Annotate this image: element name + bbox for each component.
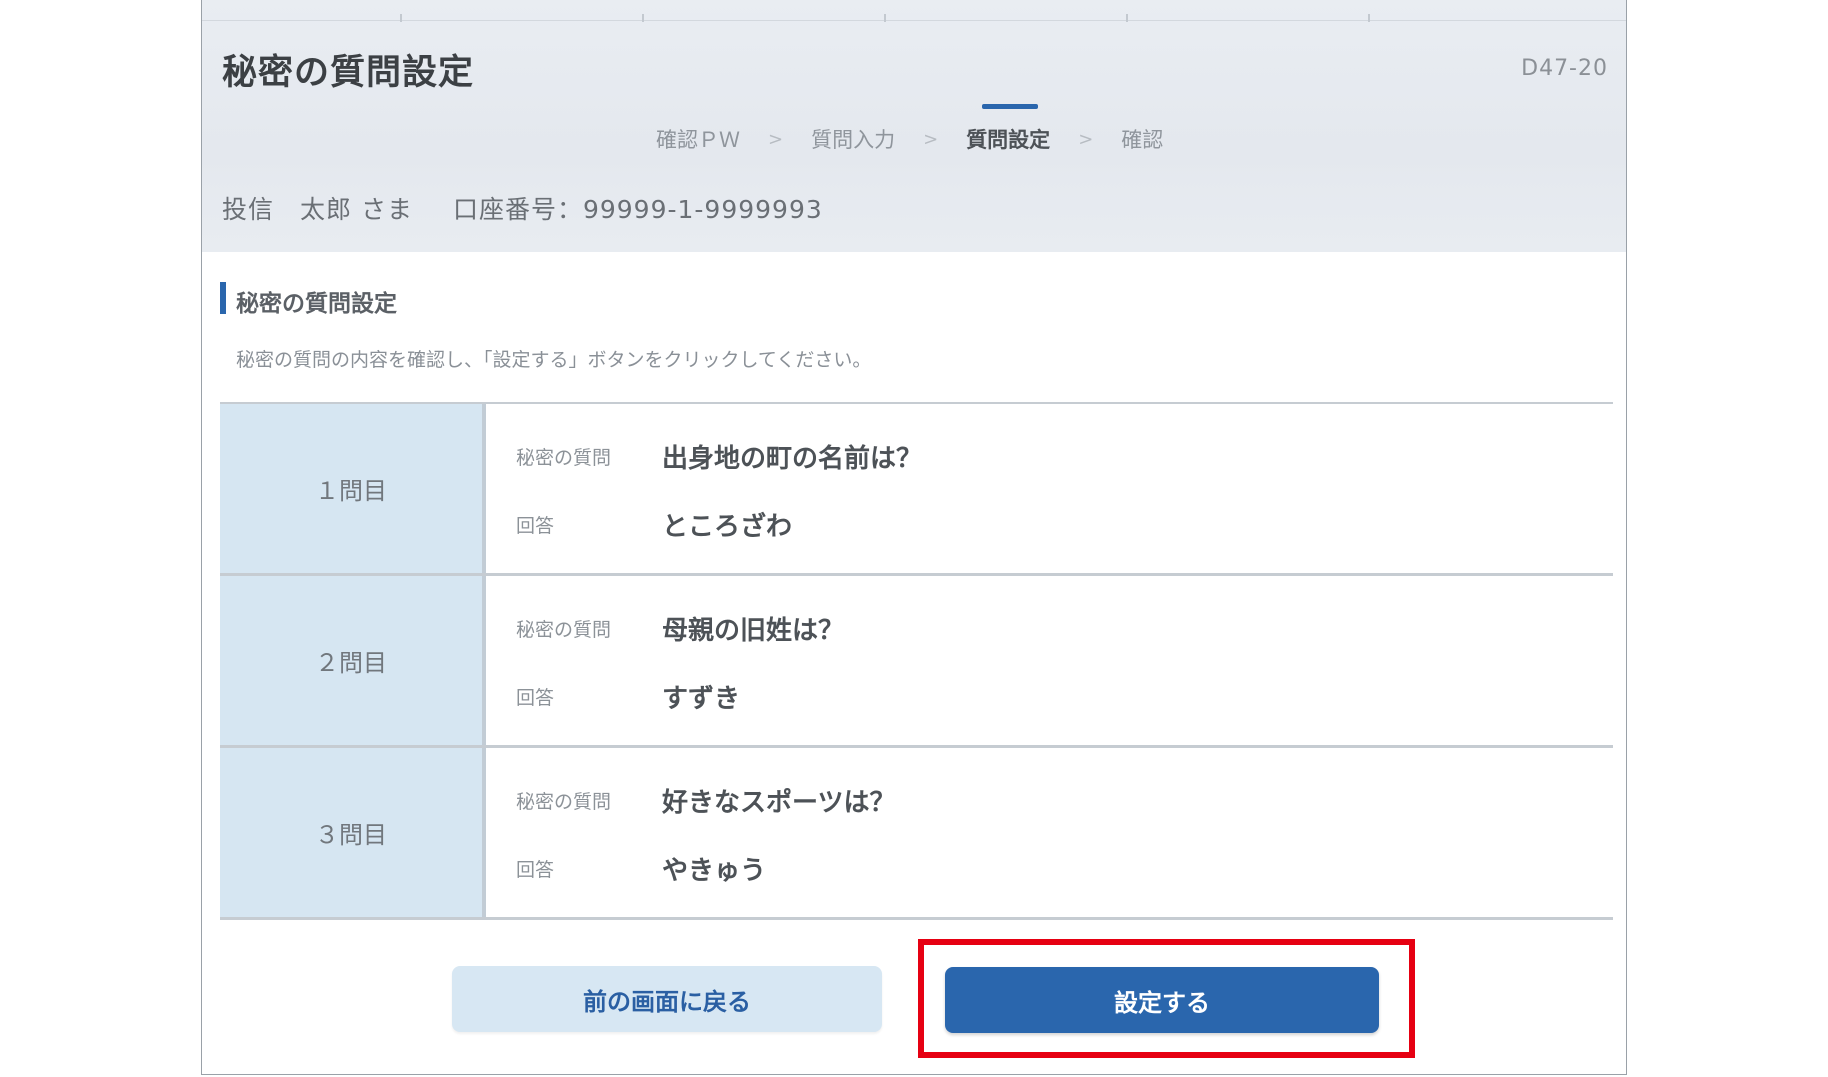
account-number: 口座番号：99999-1-9999993 bbox=[452, 195, 823, 224]
back-button[interactable]: 前の画面に戻る bbox=[452, 966, 882, 1032]
step-separator-icon: > bbox=[1078, 128, 1094, 150]
table-row: ３問目 秘密の質問 好きなスポーツは？ 回答 やきゅう bbox=[220, 748, 1613, 920]
customer-name: 投信 太郎 さま bbox=[222, 195, 413, 224]
customer-info: 投信 太郎 さま 口座番号：99999-1-9999993 bbox=[222, 190, 823, 226]
step-confirm: 確認 bbox=[1121, 128, 1164, 152]
answer-label: 回答 bbox=[516, 515, 555, 537]
question-label: 秘密の質問 bbox=[516, 447, 612, 469]
tab-divider bbox=[884, 14, 886, 22]
table-row: ２問目 秘密の質問 母親の旧姓は？ 回答 すずき bbox=[220, 576, 1613, 748]
answer-label: 回答 bbox=[516, 687, 555, 709]
step-confirm-password: 確認ＰＷ bbox=[656, 128, 740, 152]
question-text: 好きなスポーツは？ bbox=[662, 788, 896, 818]
answer-label: 回答 bbox=[516, 859, 555, 881]
step-question-input: 質問入力 bbox=[811, 128, 896, 152]
question-number: １問目 bbox=[220, 404, 486, 573]
top-tab-strip bbox=[202, 20, 1626, 21]
question-text: 出身地の町の名前は？ bbox=[662, 444, 923, 474]
instruction-text: 秘密の質問の内容を確認し、「設定する」ボタンをクリックしてください。 bbox=[236, 349, 872, 371]
tab-divider bbox=[642, 14, 644, 22]
answer-text: ところざわ bbox=[662, 512, 793, 542]
screen-id: D47-20 bbox=[1521, 56, 1608, 81]
step-separator-icon: > bbox=[768, 128, 784, 150]
section-title: 秘密の質問設定 bbox=[236, 291, 397, 317]
table-row: １問目 秘密の質問 出身地の町の名前は？ 回答 ところざわ bbox=[220, 404, 1613, 576]
question-number: ２問目 bbox=[220, 576, 486, 745]
answer-text: すずき bbox=[662, 684, 741, 714]
tab-divider bbox=[400, 14, 402, 22]
answer-text: やきゅう bbox=[662, 856, 767, 886]
question-detail: 秘密の質問 好きなスポーツは？ 回答 やきゅう bbox=[486, 748, 1613, 917]
question-number: ３問目 bbox=[220, 748, 486, 917]
question-text: 母親の旧姓は？ bbox=[662, 616, 845, 646]
question-detail: 秘密の質問 出身地の町の名前は？ 回答 ところざわ bbox=[486, 404, 1613, 573]
tab-divider bbox=[1126, 14, 1128, 22]
question-detail: 秘密の質問 母親の旧姓は？ 回答 すずき bbox=[486, 576, 1613, 745]
section-accent-bar bbox=[220, 282, 226, 314]
submit-button[interactable]: 設定する bbox=[945, 967, 1379, 1033]
tab-divider bbox=[1368, 14, 1370, 22]
step-question-setting: 質問設定 bbox=[962, 104, 1054, 154]
page-frame: 秘密の質問設定 D47-20 確認ＰＷ > 質問入力 > 質問設定 > 確認 投… bbox=[201, 0, 1627, 1075]
page-title: 秘密の質問設定 bbox=[222, 53, 475, 93]
step-indicator: 確認ＰＷ > 質問入力 > 質問設定 > 確認 bbox=[652, 104, 1167, 154]
question-table: １問目 秘密の質問 出身地の町の名前は？ 回答 ところざわ ２問目 秘密の質問 … bbox=[220, 402, 1613, 920]
question-label: 秘密の質問 bbox=[516, 619, 612, 641]
question-label: 秘密の質問 bbox=[516, 791, 612, 813]
step-separator-icon: > bbox=[923, 128, 939, 150]
